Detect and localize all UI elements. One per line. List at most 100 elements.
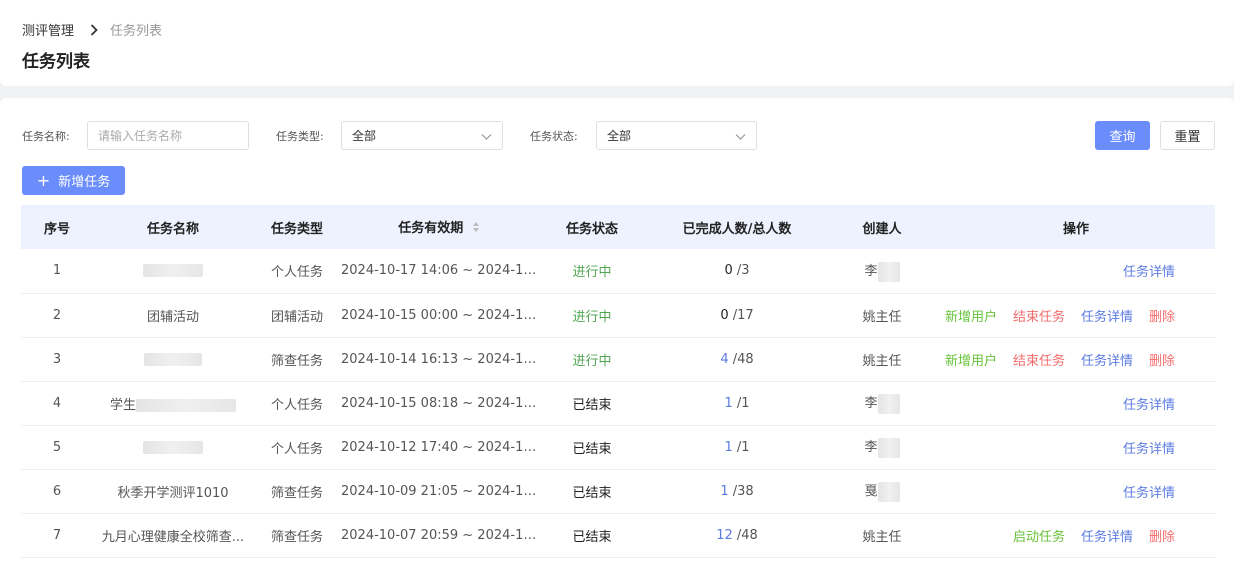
task-name-cell: 九月心理健康全校筛查... [93,513,253,557]
completed-count: 1 [720,483,729,499]
creator-name: 姚主任 [862,353,902,369]
actions-cell: 任务详情 [937,425,1215,469]
redacted-block [136,398,236,412]
task-type: 筛查任务 [270,485,323,501]
plus-icon: + [36,170,51,190]
task-detail-link[interactable]: 任务详情 [1123,482,1175,501]
task-detail-link[interactable]: 任务详情 [1123,438,1175,457]
progress-cell: 0 /3 [647,249,827,293]
task-period: 2024-10-15 08:18 ~ 2024-10-1... [341,395,537,411]
task-detail-link[interactable]: 任务详情 [1081,306,1133,325]
column-header-progress: 已完成人数/总人数 [682,221,792,237]
start-task-button[interactable]: 启动任务 [1013,526,1065,545]
row-actions: 启动任务 任务详情 删除 [937,526,1215,545]
task-table: 序号 任务名称 任务类型 任务有效期 任务状态 已完成人数/总人数 创建人 操作… [21,205,1215,558]
table-row: 1 个人任务 2024-10-17 14:06 ~ 2024-10-2... 进行中 0… [21,249,1215,293]
task-period: 2024-10-14 16:13 ~ 2024-10-1... [341,351,537,367]
task-name: 秋季开学测评1010 [117,485,229,501]
creator-cell: 李 [827,381,937,425]
total-count: /3 [736,263,750,279]
row-number: 7 [52,527,62,543]
task-period: 2024-10-09 21:05 ~ 2024-10-1... [341,483,537,499]
row-number: 6 [52,483,62,499]
chevron-down-icon [481,130,492,144]
task-name-cell [93,249,253,293]
task-detail-link[interactable]: 任务详情 [1081,526,1133,545]
end-task-button[interactable]: 结束任务 [1013,350,1065,369]
progress-cell: 1 /1 [647,425,827,469]
task-type-value: 全部 [352,129,377,143]
delete-button[interactable]: 删除 [1149,350,1175,369]
redacted-block [143,264,203,278]
task-detail-link[interactable]: 任务详情 [1123,394,1175,413]
row-actions: 任务详情 [937,482,1215,501]
task-period: 2024-10-12 17:40 ~ 2024-10-1... [341,439,537,455]
progress-cell: 4 /48 [647,337,827,381]
chevron-down-icon [735,130,746,144]
table-row: 3 筛查任务 2024-10-14 16:13 ~ 2024-10-1... 进行中 4… [21,337,1215,381]
redacted-block [877,481,900,502]
column-header-creator: 创建人 [862,221,902,237]
query-button[interactable]: 查询 [1095,121,1150,150]
task-status-label: 任务状态: [530,130,578,143]
sort-icon[interactable] [472,221,480,237]
task-type: 团辅活动 [270,309,323,325]
task-type: 筛查任务 [270,529,323,545]
creator-cell: 姚主任 [827,513,937,557]
row-number: 3 [52,351,62,367]
creator-name: 李 [864,264,878,279]
status-badge: 已结束 [572,397,612,413]
progress-cell: 1 /1 [647,381,827,425]
end-task-button[interactable]: 结束任务 [1013,306,1065,325]
task-name-label: 任务名称: [22,130,70,143]
creator-cell: 姚主任 [827,337,937,381]
column-header-status: 任务状态 [565,221,618,237]
task-type-select[interactable]: 全部 [341,121,503,150]
breadcrumb-parent[interactable]: 测评管理 [22,20,74,39]
status-badge: 已结束 [572,485,612,501]
task-name-cell [93,425,253,469]
add-user-button[interactable]: 新增用户 [945,306,997,325]
task-status-select[interactable]: 全部 [596,121,757,150]
completed-count: 12 [716,527,733,543]
task-type-label: 任务类型: [276,130,324,143]
delete-button[interactable]: 删除 [1149,306,1175,325]
creator-name: 姚主任 [862,529,902,545]
redacted-block [144,352,202,366]
row-actions: 任务详情 [937,394,1215,413]
column-header-period-label: 任务有效期 [398,221,464,237]
add-task-button[interactable]: + 新增任务 [22,166,125,195]
total-count: /17 [732,307,754,323]
column-header-type: 任务类型 [270,221,323,237]
actions-cell: 新增用户 结束任务 任务详情 删除 [937,337,1215,381]
column-header-period[interactable]: 任务有效期 [341,205,537,249]
task-name-input[interactable]: 请输入任务名称 [87,121,249,150]
task-type: 筛查任务 [270,353,323,369]
actions-cell: 任务详情 [937,249,1215,293]
task-name: 团辅活动 [146,309,199,325]
creator-cell: 戛 [827,469,937,513]
total-count: /48 [736,527,758,543]
creator-name: 李 [864,440,878,456]
delete-button[interactable]: 删除 [1149,526,1175,545]
row-number: 5 [52,439,62,455]
task-status-value: 全部 [607,129,632,143]
add-task-label: 新增任务 [58,175,111,190]
table-row: 6 秋季开学测评1010 筛查任务 2024-10-09 21:05 ~ 2024-1… [21,469,1215,513]
task-name-cell [93,337,253,381]
total-count: /1 [736,439,750,455]
add-user-button[interactable]: 新增用户 [945,350,997,369]
row-number: 2 [52,307,62,323]
completed-count: 0 [720,307,729,323]
reset-button[interactable]: 重置 [1160,121,1215,150]
chevron-right-icon [90,23,98,36]
task-detail-link[interactable]: 任务详情 [1123,261,1175,280]
table-row: 7 九月心理健康全校筛查... 筛查任务 2024-10-07 20:59 ~ 202… [21,513,1215,557]
status-badge: 进行中 [572,309,612,325]
status-badge: 进行中 [572,265,612,281]
table-row: 2 团辅活动 团辅活动 2024-10-15 00:00 ~ 2024-10-2...… [21,293,1215,337]
task-detail-link[interactable]: 任务详情 [1081,350,1133,369]
completed-count: 0 [724,263,733,279]
table-header: 序号 任务名称 任务类型 任务有效期 任务状态 已完成人数/总人数 创建人 操作 [21,205,1215,249]
redacted-block [877,437,900,458]
